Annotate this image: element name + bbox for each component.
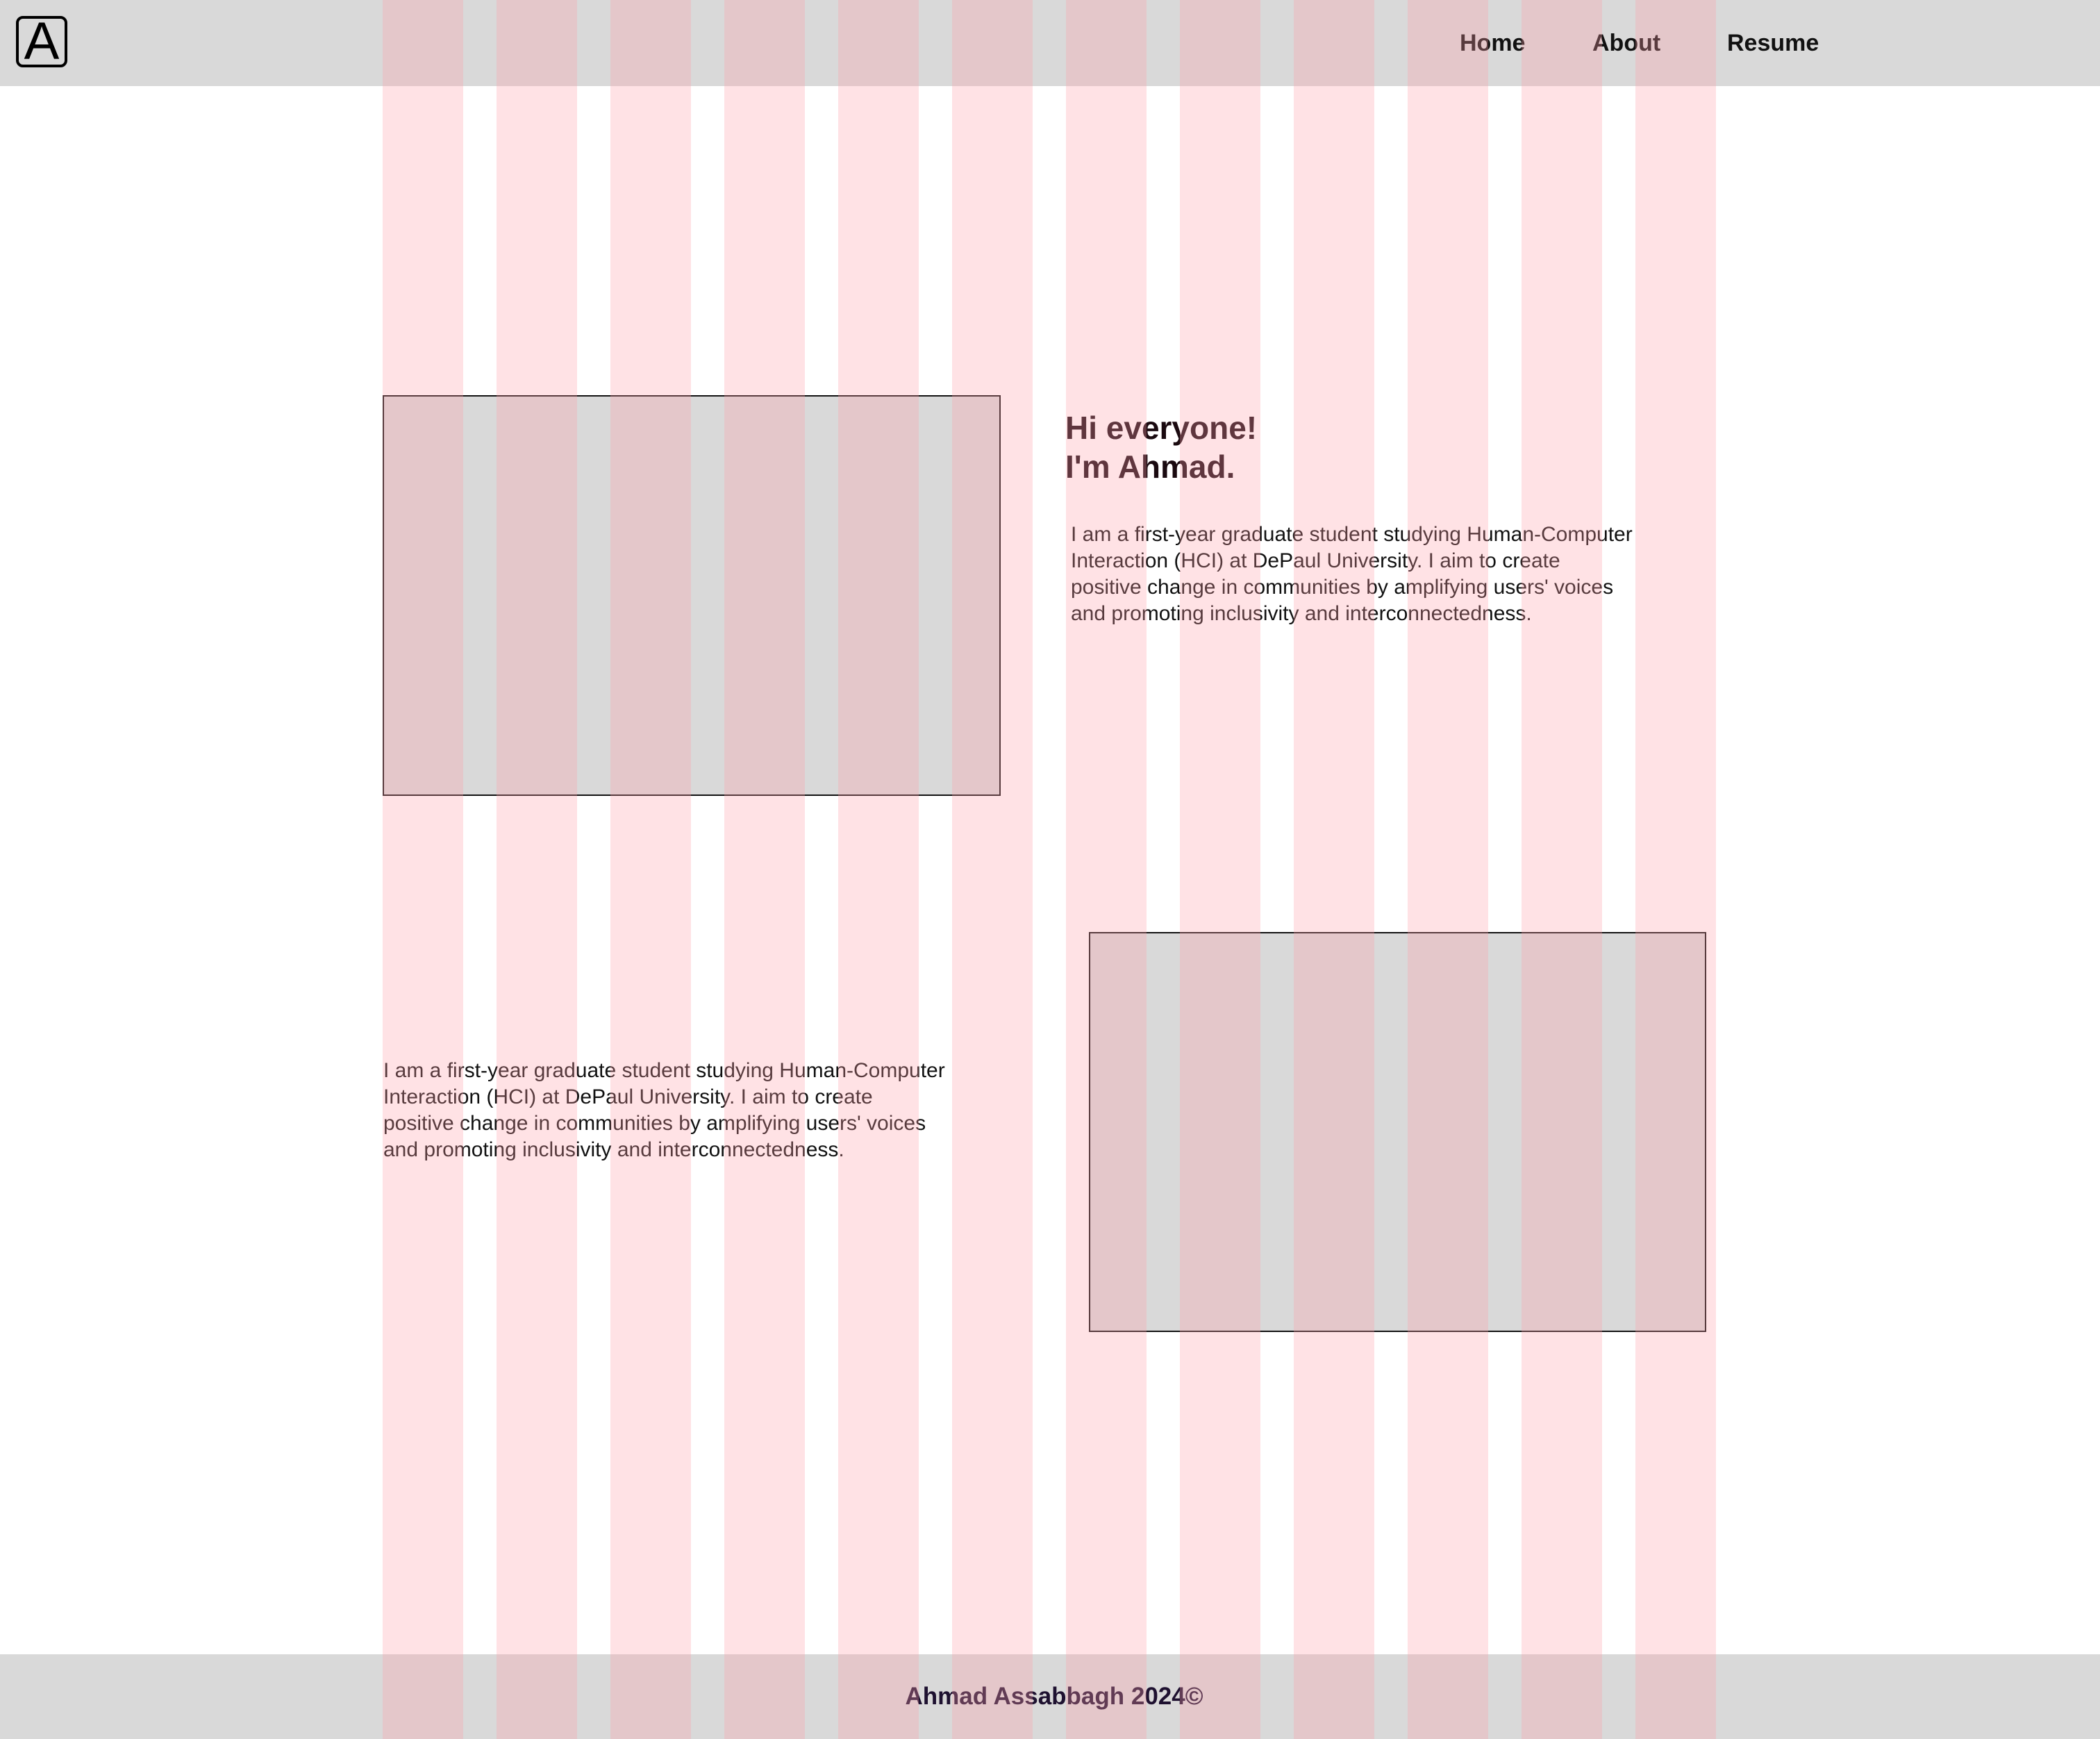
nav-resume-link[interactable]: Resume — [1727, 0, 1819, 86]
image-placeholder-intro — [383, 395, 1001, 796]
grid-column — [1294, 0, 1374, 1739]
footer-copyright: Ahmad Assabbagh 2024© — [905, 1683, 1203, 1710]
grid-column — [1180, 0, 1260, 1739]
grid-column — [1635, 0, 1716, 1739]
footer-bar: Ahmad Assabbagh 2024© — [0, 1654, 2100, 1739]
top-nav-bar: A Home About Resume — [0, 0, 2100, 86]
grid-column — [610, 0, 691, 1739]
section2-bio-text: I am a first-year graduate student study… — [383, 1059, 945, 1161]
layout-grid-overlay — [383, 0, 1717, 1739]
logo-icon[interactable]: A — [16, 12, 67, 71]
grid-column — [724, 0, 805, 1739]
greeting-line-1: Hi everyone! — [1065, 410, 1258, 446]
intro-bio-text: I am a first-year graduate student study… — [1071, 523, 1633, 625]
greeting-line-2: I'm Ahmad. — [1065, 449, 1235, 485]
image-placeholder-section2 — [1089, 932, 1706, 1332]
nav-home-link[interactable]: Home — [1460, 0, 1525, 86]
grid-column — [383, 0, 463, 1739]
logo-letter: A — [24, 12, 60, 71]
grid-column — [497, 0, 577, 1739]
nav-about-link[interactable]: About — [1592, 0, 1660, 86]
grid-column — [1408, 0, 1488, 1739]
grid-column — [1066, 0, 1147, 1739]
grid-column — [1522, 0, 1602, 1739]
page-title: Hi everyone! I'm Ahmad. — [1065, 408, 1257, 486]
grid-column — [838, 0, 919, 1739]
grid-column — [952, 0, 1033, 1739]
